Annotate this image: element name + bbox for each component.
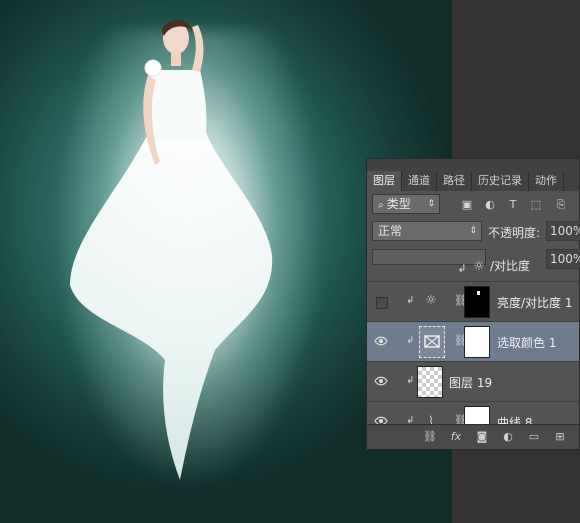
adjustment-thumbnail[interactable] [419,326,445,358]
layer-name[interactable]: 选取颜色 1 [497,334,556,351]
chevron-updown-icon: ⇕ [469,226,477,236]
layer-row[interactable]: ↲ ☼ ⛓ 亮度/对比度 1 [367,281,579,321]
link-layers-icon[interactable]: ⛓ [423,430,437,444]
fill-input[interactable]: 100% [546,249,580,269]
filter-row: ⌕ 类型 ⇕ ▣ ◐ T ⬚ ⎘ [367,192,579,216]
layer-thumbnail-transparent[interactable] [417,366,443,398]
adjustment-filter-icon[interactable]: ◐ [484,199,496,211]
tab-layers[interactable]: 图层 [367,171,402,191]
filter-type-label: 类型 [386,197,411,211]
clip-arrow-icon: ↲ [457,262,467,275]
clip-arrow-icon: ↲ [406,295,415,306]
layer-mask-thumbnail[interactable] [464,326,490,358]
shape-filter-icon[interactable]: ⬚ [530,199,542,211]
selective-color-icon [424,335,440,348]
layer-name[interactable]: 亮度/对比度 1 [497,294,573,311]
smart-object-filter-icon[interactable]: ⎘ [555,199,567,211]
filter-type-select[interactable]: ⌕ 类型 ⇕ [372,194,440,214]
tab-channels[interactable]: 通道 [402,171,437,191]
tab-paths[interactable]: 路径 [437,171,472,191]
visibility-toggle-off[interactable] [376,297,388,309]
layers-bottom-toolbar: ⛓ fx ◙ ◐ ▭ ⊞ [367,424,579,449]
blend-mode-select[interactable]: 正常 ⇕ [372,221,482,241]
blend-mode-value: 正常 [378,224,403,238]
layer-row[interactable]: ↲ 图层 19 [367,361,579,401]
brightness-contrast-icon: ☼ [473,259,485,274]
image-filter-icon[interactable]: ▣ [461,199,473,211]
search-icon: ⌕ [378,200,387,211]
tab-history[interactable]: 历史记录 [472,171,529,191]
opacity-label: 不透明度: [488,226,541,240]
new-adjustment-icon[interactable]: ◐ [501,430,515,444]
new-layer-icon[interactable]: ⊞ [553,430,567,444]
layer-row-selected[interactable]: ↲ ⛓ 选取颜色 1 [367,321,579,361]
lock-row-overlay [372,249,486,265]
hidden-layer-name: /对比度 [490,259,531,273]
chevron-updown-icon: ⇕ [427,199,435,209]
fx-icon[interactable]: fx [449,430,463,444]
brightness-contrast-icon: ☼ [425,293,437,308]
layer-mask-thumbnail[interactable] [464,286,490,318]
new-group-icon[interactable]: ▭ [527,430,541,444]
layers-panel: 图层 通道 路径 历史记录 动作 ⌕ 类型 ⇕ ▣ ◐ T ⬚ ⎘ 正常 ⇕ 不透… [366,158,580,450]
clip-arrow-icon: ↲ [406,375,415,386]
eye-icon[interactable] [374,375,388,387]
panel-tabs: 图层 通道 路径 历史记录 动作 [367,171,579,191]
text-filter-icon[interactable]: T [507,199,519,211]
layer-name[interactable]: 图层 19 [449,374,492,391]
add-mask-icon[interactable]: ◙ [475,430,489,444]
mask-dot [477,291,480,295]
clip-arrow-icon: ↲ [406,335,415,346]
eye-icon[interactable] [374,335,388,347]
tab-actions[interactable]: 动作 [529,171,564,191]
opacity-input[interactable]: 100% [546,221,580,241]
